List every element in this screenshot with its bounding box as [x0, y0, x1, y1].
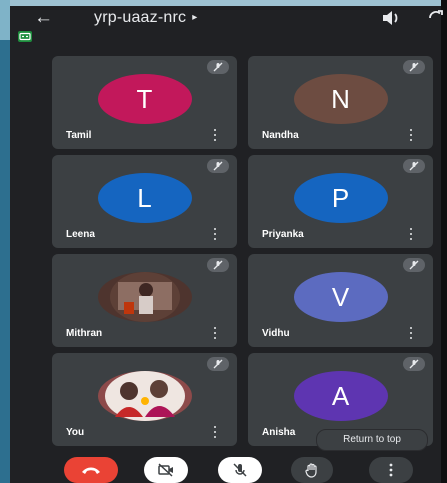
more-vert-icon[interactable] — [409, 327, 413, 339]
window-right-edge — [441, 0, 447, 483]
mic-muted-icon — [207, 60, 229, 74]
hang-up-icon — [82, 467, 100, 474]
participant-name: Mithran — [66, 328, 103, 339]
avatar-initial: N — [331, 83, 350, 114]
avatar-initial: A — [331, 380, 350, 411]
camera-off-icon — [158, 463, 173, 477]
top-bar: ← yrp-uaaz-nrc ▸ — [16, 6, 443, 32]
participant-name: You — [66, 427, 85, 438]
more-vert-icon[interactable] — [213, 228, 217, 240]
avatar: N — [293, 74, 388, 124]
participant-tile[interactable]: N Nandha — [248, 56, 433, 149]
end-call-button[interactable] — [64, 457, 118, 483]
meeting-code: yrp-uaaz-nrc — [94, 9, 187, 26]
raise-hand-button[interactable] — [291, 457, 333, 483]
profile-photo — [97, 371, 192, 421]
profile-photo — [97, 272, 192, 322]
more-vert-icon[interactable] — [213, 426, 217, 438]
participant-tile[interactable]: T Tamil — [52, 56, 237, 149]
avatar-initial: V — [331, 281, 350, 312]
mic-off-icon — [233, 463, 247, 477]
microphone-toggle-button[interactable] — [218, 457, 262, 483]
participant-name: Nandha — [262, 130, 299, 141]
speaker-icon[interactable] — [381, 9, 401, 27]
participant-name: Vidhu — [262, 328, 290, 339]
avatar-initial: P — [331, 182, 350, 213]
mic-muted-icon — [207, 159, 229, 173]
participant-name: Tamil — [66, 130, 92, 141]
mic-muted-icon — [403, 159, 425, 173]
participant-tile[interactable]: L Leena — [52, 155, 237, 248]
captions-icon[interactable] — [18, 31, 32, 42]
call-controls-bar — [0, 455, 447, 483]
window-left-edge-highlight — [0, 0, 10, 40]
chevron-right-icon: ▸ — [192, 12, 198, 23]
participant-name: Anisha — [262, 427, 296, 438]
avatar: P — [293, 173, 388, 223]
camera-toggle-button[interactable] — [144, 457, 188, 483]
avatar: T — [97, 74, 192, 124]
window-left-edge — [0, 0, 10, 483]
return-to-top-button[interactable]: Return to top — [316, 429, 428, 451]
participant-name: Leena — [66, 229, 95, 240]
more-vert-icon[interactable] — [213, 327, 217, 339]
participant-tile[interactable]: P Priyanka — [248, 155, 433, 248]
avatar: L — [97, 173, 192, 223]
switch-camera-icon[interactable] — [426, 8, 446, 28]
avatar-initial: L — [137, 182, 152, 213]
avatar: V — [293, 272, 388, 322]
participant-tile[interactable]: Mithran — [52, 254, 237, 347]
back-arrow-icon[interactable]: ← — [34, 7, 53, 29]
mic-muted-icon — [403, 258, 425, 272]
meeting-title-button[interactable]: yrp-uaaz-nrc ▸ — [94, 9, 197, 27]
mic-muted-icon — [403, 357, 425, 371]
participant-name: Priyanka — [262, 229, 304, 240]
mic-muted-icon — [207, 357, 229, 371]
more-vert-icon[interactable] — [213, 129, 217, 141]
avatar-initial: T — [136, 83, 153, 114]
mic-muted-icon — [403, 60, 425, 74]
more-vert-icon[interactable] — [409, 129, 413, 141]
participant-tile[interactable]: You — [52, 353, 237, 446]
participant-tile[interactable]: V Vidhu — [248, 254, 433, 347]
more-options-button[interactable] — [369, 457, 413, 483]
more-vert-icon[interactable] — [409, 228, 413, 240]
more-vert-icon — [389, 463, 393, 477]
avatar: A — [293, 371, 388, 421]
mic-muted-icon — [207, 258, 229, 272]
hand-icon — [305, 463, 317, 478]
